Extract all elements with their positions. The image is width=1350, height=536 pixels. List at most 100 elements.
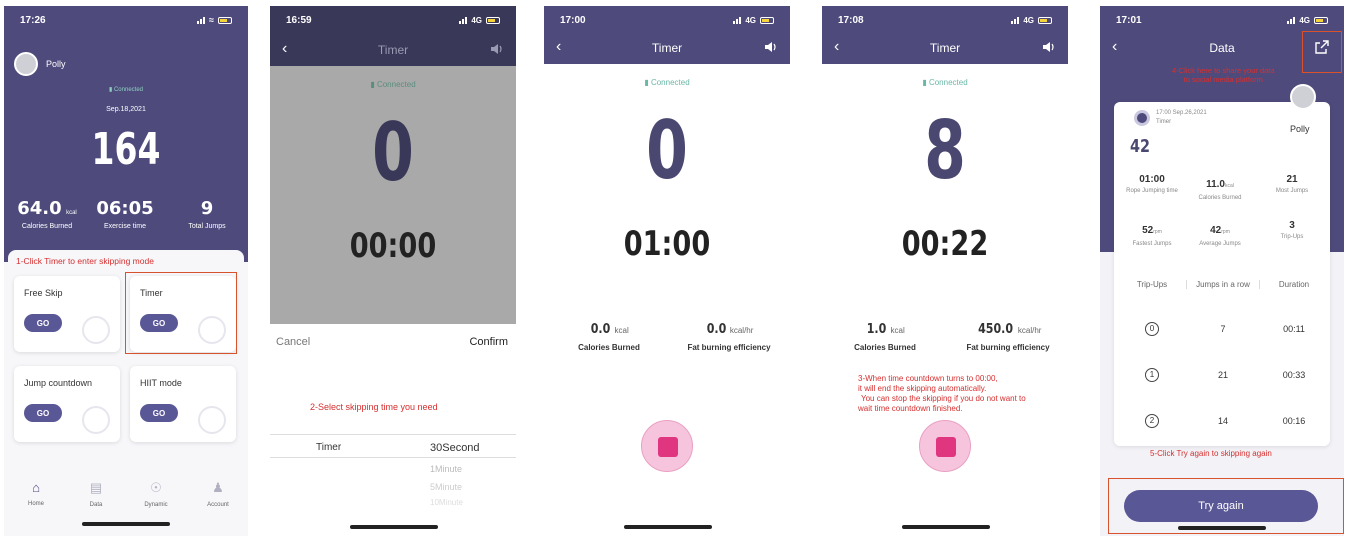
- battery-icon: [1038, 16, 1052, 24]
- tab-data[interactable]: ▤ Data: [76, 480, 116, 508]
- home-indicator: [902, 525, 990, 529]
- fat-burning-stat: 450.0 kcal/hr Fat burning efficiency: [966, 322, 1050, 352]
- highlight-share-button: [1302, 31, 1342, 73]
- screen-home: 17:26 ≈ Polly ▮ Connected Sep.18,2021 16…: [4, 6, 248, 536]
- speaker-icon[interactable]: [764, 41, 778, 53]
- instruction-5: 5-Click Try again to skipping again: [1150, 449, 1272, 458]
- mode-card-jump-countdown[interactable]: Jump countdown GO: [14, 366, 120, 442]
- jump-count: 0: [372, 106, 414, 199]
- table-row: 1 21 00:33: [1120, 368, 1324, 384]
- home-stat-total-jumps: 9 Total Jumps: [188, 198, 226, 230]
- nav-bar: ‹ Timer: [822, 32, 1068, 64]
- table-header-jumps: Jumps in a row: [1186, 280, 1260, 289]
- speaker-icon[interactable]: [1042, 41, 1056, 53]
- screen-data-result: 17:01 4G ‹ Data 4-Click here to share yo…: [1100, 6, 1344, 536]
- home-indicator: [350, 525, 438, 529]
- status-bar: 17:08 4G: [822, 6, 1068, 34]
- picker-option[interactable]: 10Minute: [430, 498, 463, 505]
- home-jump-count: 164: [91, 124, 161, 175]
- jump-count: 8: [924, 104, 966, 197]
- fat-burning-stat: 0.0 kcal/hr Fat burning efficiency: [687, 322, 771, 352]
- status-bar: 17:01 4G: [1100, 6, 1344, 34]
- timer-clock: 00:00: [349, 226, 437, 266]
- screen-timer-running: 17:08 4G ‹ Timer ▮ Connected 8 00:22 1.0…: [822, 6, 1068, 536]
- status-time: 17:26: [20, 14, 46, 26]
- countdown-icon: [82, 406, 110, 434]
- metric-fastest: 52rpm Fastest Jumps: [1132, 225, 1172, 247]
- stop-button[interactable]: [641, 420, 693, 472]
- signal-icon: 4G: [733, 16, 774, 25]
- metric-average: 42rpm Average Jumps: [1199, 225, 1241, 247]
- countdown-go-button[interactable]: GO: [24, 404, 62, 422]
- picker-option-selected[interactable]: 30Second: [430, 442, 480, 454]
- calories-stat: 0.0 kcal Calories Burned: [578, 322, 640, 352]
- home-icon: ⌂: [32, 480, 40, 495]
- screen-timer-ready: 17:00 4G ‹ Timer ▮ Connected 0 01:00 0.0…: [544, 6, 790, 536]
- free-skip-go-button[interactable]: GO: [24, 314, 62, 332]
- cancel-button[interactable]: Cancel: [276, 336, 310, 348]
- signal-icon: 4G: [1011, 16, 1052, 25]
- metric-calories: 11.0kcal Calories Burned: [1198, 179, 1242, 201]
- metric-most-jumps: 21 Most Jumps: [1275, 174, 1309, 194]
- instruction-3: 3-When time countdown turns to 00:00, it…: [858, 374, 1026, 413]
- home-stat-calories: 64.0 kcal Calories Burned: [17, 198, 77, 230]
- connected-status: ▮ Connected: [370, 80, 416, 89]
- result-jump-count: 42: [1130, 136, 1151, 157]
- screen-title: Timer: [377, 43, 409, 57]
- table-header-duration: Duration: [1278, 280, 1310, 289]
- tab-dynamic[interactable]: ☉ Dynamic: [136, 480, 176, 508]
- stop-button[interactable]: [919, 420, 971, 472]
- jump-figure-icon: [82, 316, 110, 344]
- medal-icon: ☉: [150, 480, 162, 495]
- home-indicator: [82, 522, 170, 526]
- confirm-button[interactable]: Confirm: [469, 336, 508, 348]
- battery-icon: [760, 16, 774, 24]
- back-icon[interactable]: ‹: [556, 38, 561, 56]
- target-icon: [198, 406, 226, 434]
- instruction-4: 4-Click here to share your data to socia…: [1172, 66, 1275, 85]
- person-icon: ♟: [212, 480, 224, 495]
- nav-bar: ‹ Timer: [270, 34, 516, 66]
- jump-count: 0: [646, 104, 688, 197]
- connected-status: ▮ Connected: [644, 78, 690, 87]
- calories-stat: 1.0 kcal Calories Burned: [854, 322, 916, 352]
- picker-option[interactable]: 5Minute: [430, 482, 462, 492]
- status-time: 17:00: [560, 14, 586, 26]
- battery-icon: [1314, 16, 1328, 24]
- battery-icon: [486, 16, 500, 24]
- mode-card-hiit[interactable]: HIIT mode GO: [130, 366, 236, 442]
- tab-account[interactable]: ♟ Account: [198, 480, 238, 508]
- tab-home[interactable]: ⌂ Home: [16, 480, 56, 507]
- back-icon[interactable]: ‹: [834, 38, 839, 56]
- status-bar: 16:59 4G: [270, 6, 516, 34]
- picker-sheet: [270, 324, 516, 536]
- metric-rope-time: 01:00 Rope Jumping time: [1126, 174, 1178, 194]
- chart-icon: ▤: [89, 480, 103, 495]
- signal-icon: 4G: [459, 16, 500, 25]
- battery-icon: [218, 16, 232, 24]
- timer-clock: 01:00: [623, 224, 711, 264]
- status-time: 16:59: [286, 14, 312, 26]
- metric-trip-ups: 3 Trip-Ups: [1280, 220, 1304, 240]
- avatar[interactable]: [14, 52, 38, 76]
- table-row: 0 7 00:11: [1120, 322, 1324, 338]
- back-icon[interactable]: ‹: [1112, 38, 1117, 56]
- picker-option[interactable]: 1Minute: [430, 464, 462, 474]
- highlight-timer-card: [125, 272, 237, 354]
- connected-status: ▮ Connected: [109, 87, 143, 93]
- instruction-1: 1-Click Timer to enter skipping mode: [16, 256, 154, 266]
- timer-clock: 00:22: [901, 224, 989, 264]
- username: Polly: [46, 59, 66, 69]
- status-bar: 17:00 4G: [544, 6, 790, 34]
- home-stat-exercise: 06:05 Exercise time: [96, 198, 154, 230]
- table-row: 2 14 00:16: [1120, 414, 1324, 430]
- hiit-go-button[interactable]: GO: [140, 404, 178, 422]
- status-time: 17:01: [1116, 14, 1142, 26]
- screen-title: Timer: [651, 41, 683, 55]
- instruction-2: 2-Select skipping time you need: [310, 402, 438, 412]
- screen-title: Data: [1209, 41, 1235, 55]
- back-icon[interactable]: ‹: [282, 40, 287, 58]
- speaker-icon[interactable]: [490, 43, 504, 55]
- mode-card-free-skip[interactable]: Free Skip GO: [14, 276, 120, 352]
- picker-label: Timer: [316, 442, 342, 453]
